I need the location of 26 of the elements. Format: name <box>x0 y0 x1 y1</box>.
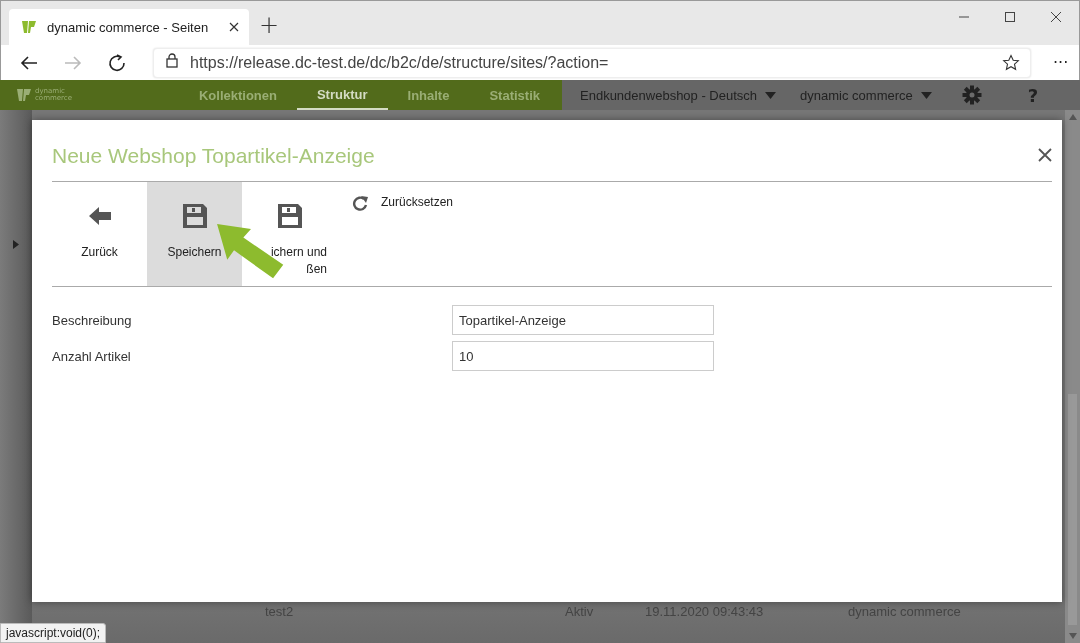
tab-title: dynamic commerce - Seiten <box>47 19 210 35</box>
caret-icon <box>765 91 777 99</box>
address-field[interactable]: https://release.dc-test.de/dc/b2c/de/structure/sites/?action= <box>153 47 1031 78</box>
url-text: https://release.dc-test.de/dc/b2c/de/structure/sites/?action= <box>190 53 610 72</box>
field-label: Anzahl Artikel <box>52 348 132 364</box>
new-tab-button[interactable]: + <box>259 13 280 37</box>
close-icon[interactable] <box>1038 147 1052 162</box>
input-field[interactable]: Topartikel-Anzeige <box>452 305 714 335</box>
browser-tab[interactable]: dynamic commerce - Seiten <box>9 9 249 45</box>
dialog-title: Neue Webshop Topartikel-Anzeige <box>52 143 375 168</box>
toolbar-button[interactable]: Zurück <box>52 182 147 286</box>
redo-arrow-icon <box>351 194 369 212</box>
expand-icon[interactable] <box>13 240 19 249</box>
caret-icon <box>920 91 932 99</box>
status-bar-text: javascript:void(0); <box>0 623 107 643</box>
field-label: Beschreibung <box>52 312 133 328</box>
scrollbar[interactable] <box>1065 110 1080 643</box>
reset-button[interactable]: Zurücksetzen <box>337 182 462 222</box>
logo-icon <box>21 19 37 35</box>
close-icon[interactable] <box>229 22 239 32</box>
toolbar-button[interactable]: Speichern <box>147 182 242 286</box>
settings-icon[interactable] <box>961 85 982 105</box>
toolbar-button[interactable]: ichern und ßen <box>242 182 337 286</box>
favorite-star-icon[interactable] <box>1002 53 1020 72</box>
more-button[interactable]: ··· <box>1053 53 1069 72</box>
input-field[interactable]: 10 <box>452 341 714 371</box>
